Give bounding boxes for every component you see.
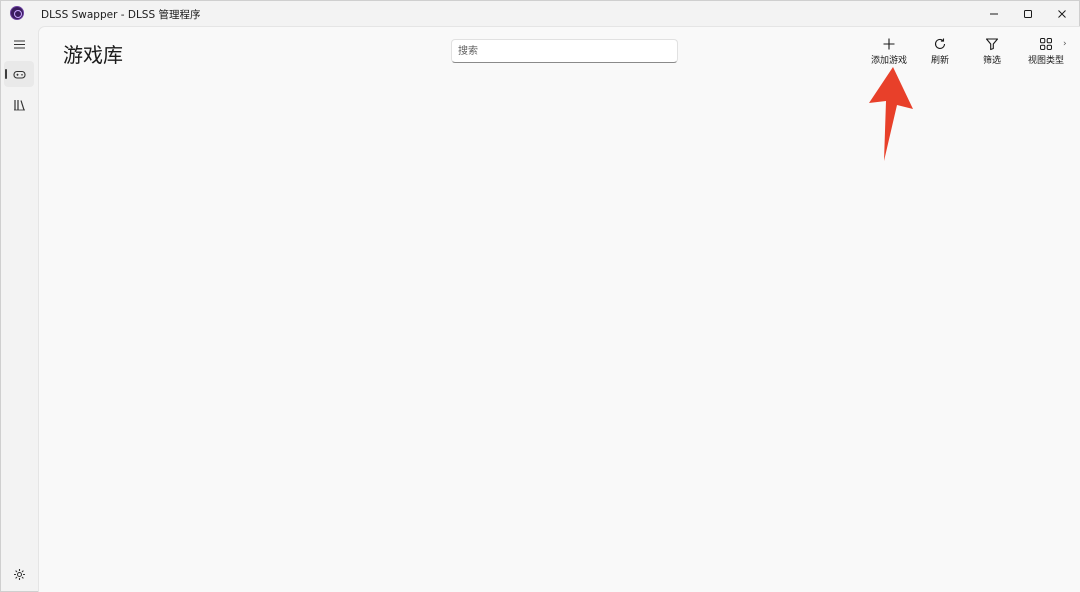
hamburger-icon <box>13 39 25 49</box>
refresh-icon <box>934 38 946 50</box>
app-logo-icon <box>10 6 24 20</box>
filter-label: 筛选 <box>982 56 1001 66</box>
filter-button[interactable]: 筛选 <box>975 37 1009 67</box>
add-game-label: 添加游戏 <box>870 56 907 66</box>
view-type-button[interactable]: › 视图类型 <box>1023 37 1069 67</box>
library-icon <box>13 99 25 110</box>
view-type-label: 视图类型 <box>1027 56 1064 66</box>
main-content: 游戏库 添加游戏 刷新 筛选 <box>38 26 1080 592</box>
window-title: DLSS Swapper - DLSS 管理程序 <box>41 9 201 21</box>
gamepad-icon <box>12 70 26 79</box>
maximize-button[interactable] <box>1011 1 1045 26</box>
chevron-right-icon: › <box>1063 39 1067 49</box>
gear-icon <box>13 568 25 580</box>
grid-view-icon <box>1040 38 1052 50</box>
app-window: DLSS Swapper - DLSS 管理程序 游戏库 搜索 添加游戏 刷新 … <box>0 0 1080 592</box>
plus-icon <box>883 38 895 50</box>
filter-icon <box>985 38 999 51</box>
search-input[interactable] <box>451 39 678 63</box>
refresh-label: 刷新 <box>930 56 949 66</box>
close-icon <box>1058 9 1066 18</box>
minimize-button[interactable] <box>977 1 1011 26</box>
nav-item-library[interactable] <box>4 91 34 117</box>
page-title: 游戏库 <box>63 43 123 67</box>
title-bar[interactable]: DLSS Swapper - DLSS 管理程序 <box>1 1 1079 26</box>
minimize-icon <box>990 13 998 14</box>
close-button[interactable] <box>1045 1 1079 26</box>
nav-item-games[interactable] <box>4 61 34 87</box>
maximize-icon <box>1024 9 1032 18</box>
navigation-rail <box>1 26 38 592</box>
menu-toggle-button[interactable] <box>4 31 34 57</box>
refresh-button[interactable]: 刷新 <box>923 37 957 67</box>
nav-item-settings[interactable] <box>4 561 34 587</box>
selection-indicator <box>5 69 7 79</box>
add-game-button[interactable]: 添加游戏 <box>869 37 909 67</box>
